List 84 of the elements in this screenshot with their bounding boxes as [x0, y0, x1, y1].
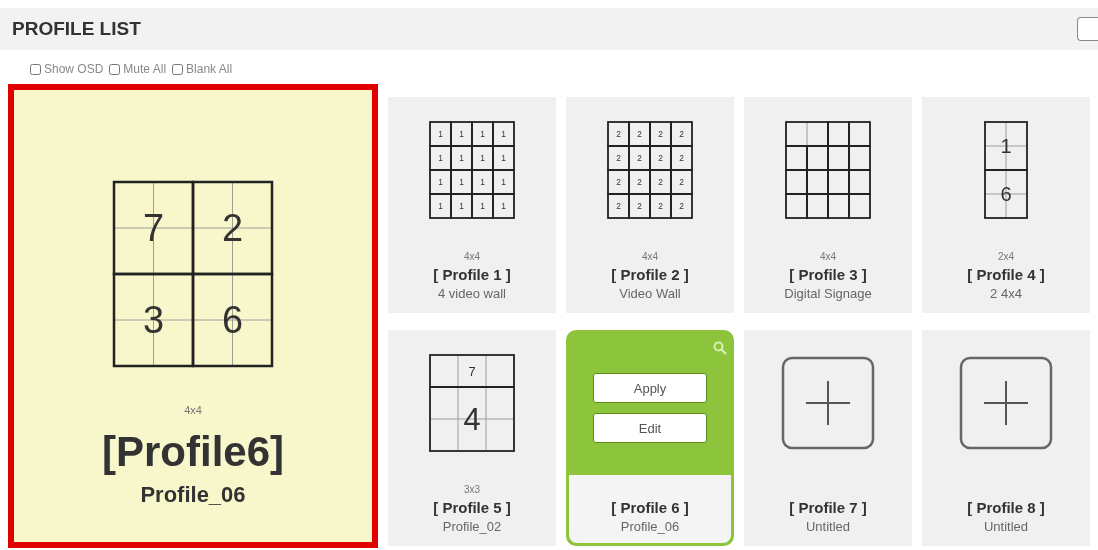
- screen-number: 1: [501, 129, 506, 139]
- screen-number: 1: [459, 153, 464, 163]
- profile-name: Profile_02: [442, 519, 502, 534]
- profile-card[interactable]: 7 4 3x3 [ Profile 5 ] Profile_02: [388, 330, 556, 546]
- profile-name: Untitled: [805, 519, 851, 534]
- layout-size: 2x4: [997, 251, 1015, 262]
- profile-title: [Profile6]: [102, 428, 284, 476]
- screen-number: 1: [480, 177, 485, 187]
- profile-name: 4 video wall: [438, 286, 506, 301]
- screen-number: 1: [501, 153, 506, 163]
- profile-title: [ Profile 7 ]: [789, 499, 867, 516]
- screen-number: 1: [480, 153, 485, 163]
- screen-number: 2: [616, 129, 621, 139]
- checkbox[interactable]: [30, 63, 41, 75]
- screen-number: 2: [637, 201, 642, 211]
- screen-number: 1: [459, 177, 464, 187]
- profile-title: [ Profile 5 ]: [433, 499, 511, 516]
- screen-number: 2: [679, 129, 684, 139]
- screen-number: 1: [459, 201, 464, 211]
- header-button[interactable]: [1077, 17, 1098, 41]
- screen-number: 3: [142, 299, 165, 341]
- checkbox-label: Blank All: [186, 62, 233, 76]
- checkbox[interactable]: [172, 63, 184, 75]
- action-button[interactable]: Apply: [593, 373, 707, 403]
- checkbox-label: Show OSD: [44, 62, 104, 76]
- screen-number: 6: [1000, 183, 1012, 205]
- profile-card[interactable]: 4x4 [ Profile 3 ] Digital Signage: [744, 97, 912, 313]
- profile-title: [ Profile 2 ]: [611, 266, 689, 283]
- screen-number: 2: [679, 201, 684, 211]
- screen-number: 7: [142, 207, 165, 249]
- layout-size: 4x4: [819, 251, 837, 262]
- screen-number: 1: [438, 201, 443, 211]
- profile-title: [ Profile 1 ]: [433, 266, 511, 283]
- screen-number: 1: [438, 129, 443, 139]
- screen-number: 1: [501, 177, 506, 187]
- profile-card[interactable]: [ Profile 7 ] Untitled: [744, 330, 912, 546]
- layout-size: 3x3: [463, 484, 481, 495]
- profile-title: [ Profile 6 ]: [611, 499, 689, 516]
- screen-number: 1: [459, 129, 464, 139]
- profile-name: 2 4x4: [990, 286, 1022, 301]
- layout-size: 4x4: [641, 251, 659, 262]
- screen-number: 7: [468, 363, 476, 379]
- screen-number: 1: [480, 129, 485, 139]
- profile-name: Profile_06: [620, 519, 680, 534]
- add-icon[interactable]: [959, 356, 1053, 450]
- screen-number: 2: [616, 153, 621, 163]
- action-button[interactable]: Edit: [593, 413, 707, 443]
- screen-number: 2: [616, 177, 621, 187]
- checkbox-label: Mute All: [123, 62, 167, 76]
- profile-card[interactable]: 1 1 1 1 1 1 1 1 1 1 1 1 1 1 1 1 4x4 [ Profile 1 ] 4 video wall: [388, 97, 556, 313]
- screen-number: 2: [658, 201, 663, 211]
- screen-number: 1: [501, 201, 506, 211]
- screen-number: 2: [637, 153, 642, 163]
- screen-number: 1: [438, 153, 443, 163]
- profile-name: Digital Signage: [784, 286, 872, 301]
- layout-size: 4x4: [463, 251, 481, 262]
- screen-number: 2: [679, 153, 684, 163]
- add-icon[interactable]: [781, 356, 875, 450]
- screen-number: 2: [679, 177, 684, 187]
- profile-title: [ Profile 3 ]: [789, 266, 867, 283]
- profile-title: [ Profile 4 ]: [967, 266, 1045, 283]
- screen-number: 4: [463, 401, 481, 437]
- profile-card[interactable]: [ Profile 8 ] Untitled: [922, 330, 1090, 546]
- screen-number: 6: [221, 299, 244, 341]
- screen-number: 2: [221, 207, 244, 249]
- screen-number: 2: [616, 201, 621, 211]
- profile-card[interactable]: 1 6 2x4 [ Profile 4 ] 2 4x4: [922, 97, 1090, 313]
- profile-name: Profile_06: [140, 482, 246, 508]
- screen-number: 1: [480, 201, 485, 211]
- profile-card[interactable]: 2 2 2 2 2 2 2 2 2 2 2 2 2 2 2 2 4x4 [ Profile 2 ] Video Wall: [566, 97, 734, 313]
- screen-number: 2: [637, 177, 642, 187]
- screen-number: 1: [438, 177, 443, 187]
- profile-card[interactable]: Apply Edit [ Profile 6 ] Profile_06: [566, 330, 734, 546]
- profile-name: Untitled: [983, 519, 1029, 534]
- screen-number: 1: [1000, 135, 1012, 157]
- screen-number: 2: [658, 129, 663, 139]
- profile-title: [ Profile 8 ]: [967, 499, 1045, 516]
- profile-name: Video Wall: [619, 286, 681, 301]
- page-title: PROFILE LIST: [12, 18, 141, 40]
- screen-number: 2: [637, 129, 642, 139]
- layout-size: 4x4: [184, 404, 202, 416]
- screen-number: 2: [658, 153, 663, 163]
- screen-number: 2: [658, 177, 663, 187]
- checkbox[interactable]: [109, 63, 121, 75]
